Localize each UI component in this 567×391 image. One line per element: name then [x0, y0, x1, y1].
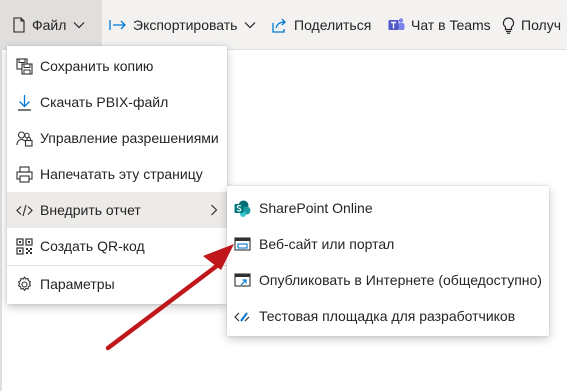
submenu-item-label: Тестовая площадка для разработчиков	[259, 308, 516, 324]
submenu-item-label: Опубликовать в Интернете (общедоступно)	[259, 272, 542, 288]
submenu-item-developer-playground[interactable]: Тестовая площадка для разработчиков	[227, 297, 549, 333]
permissions-icon	[16, 131, 33, 147]
share-label: Поделиться	[294, 17, 372, 33]
print-icon	[16, 166, 33, 183]
qr-code-icon	[16, 238, 33, 255]
file-menu-button[interactable]: Файл	[0, 0, 102, 50]
submenu-item-website-portal[interactable]: Веб-сайт или портал	[227, 225, 549, 261]
left-divider	[0, 50, 2, 391]
settings-gear-icon	[17, 276, 32, 292]
website-icon	[234, 237, 251, 251]
menu-item-label: Управление разрешениями	[40, 130, 219, 146]
document-icon	[13, 17, 25, 33]
share-icon	[272, 18, 286, 33]
menu-item-manage-permissions[interactable]: Управление разрешениями	[7, 120, 227, 156]
publish-web-icon	[234, 273, 251, 287]
export-button[interactable]: Экспортировать	[109, 0, 256, 50]
menu-item-print-page[interactable]: Напечатать эту страницу	[7, 156, 227, 192]
file-menu-label: Файл	[32, 17, 67, 33]
export-label: Экспортировать	[133, 17, 238, 33]
teams-chat-label: Чат в Teams	[411, 17, 491, 33]
menu-item-embed-report[interactable]: Внедрить отчет	[7, 192, 227, 228]
insights-button[interactable]: Получ	[502, 0, 561, 50]
menu-item-create-qr-code[interactable]: Создать QR-код	[7, 228, 227, 264]
menu-item-label: Параметры	[40, 276, 115, 292]
submenu-item-sharepoint-online[interactable]: SharePoint Online	[227, 189, 549, 225]
menu-item-label: Сохранить копию	[40, 58, 154, 74]
menu-item-label: Скачать PBIX-файл	[40, 94, 169, 110]
sharepoint-icon	[234, 200, 251, 217]
menu-item-label: Внедрить отчет	[40, 202, 141, 218]
embed-report-submenu: SharePoint Online Веб-сайт или портал Оп…	[227, 186, 549, 336]
submenu-item-label: Веб-сайт или портал	[259, 236, 395, 252]
lightbulb-icon	[502, 16, 515, 34]
teams-icon	[388, 18, 405, 30]
menu-item-label: Напечатать эту страницу	[40, 166, 203, 182]
menu-item-settings[interactable]: Параметры	[7, 266, 227, 302]
submenu-item-label: SharePoint Online	[259, 200, 373, 216]
download-icon	[18, 95, 31, 111]
chevron-down-icon	[245, 22, 256, 29]
menu-item-save-copy[interactable]: Сохранить копию	[7, 48, 227, 84]
file-dropdown-menu: Сохранить копию Скачать PBIX-файл Управл…	[7, 46, 227, 304]
share-button[interactable]: Поделиться	[272, 0, 371, 50]
developer-playground-icon	[234, 312, 250, 322]
chevron-right-icon	[211, 204, 218, 216]
export-arrow-icon	[109, 20, 126, 30]
teams-chat-button[interactable]: Чат в Teams	[388, 0, 491, 50]
chevron-down-icon	[73, 22, 85, 29]
embed-code-icon	[16, 204, 33, 217]
menu-item-label: Создать QR-код	[40, 238, 145, 254]
submenu-item-publish-to-web[interactable]: Опубликовать в Интернете (общедоступно)	[227, 261, 549, 297]
top-toolbar: Файл Экспортировать Поделиться Чат в Tea…	[0, 0, 567, 50]
save-copy-icon	[16, 58, 33, 75]
menu-item-download-pbix[interactable]: Скачать PBIX-файл	[7, 84, 227, 120]
insights-label: Получ	[521, 17, 562, 33]
